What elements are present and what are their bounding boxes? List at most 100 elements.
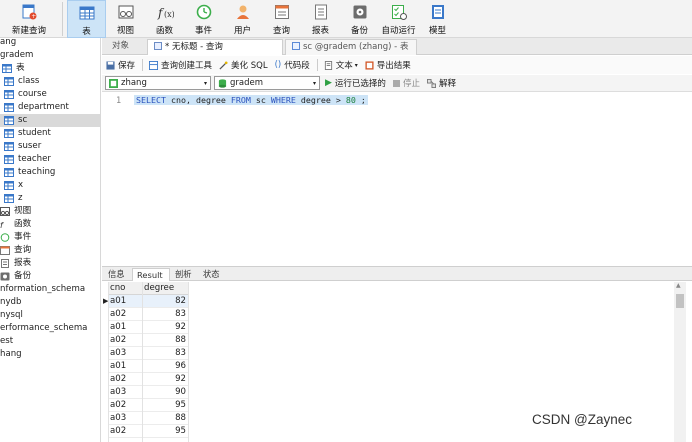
tree-label: 备份 xyxy=(14,271,32,281)
document-icon xyxy=(324,60,332,70)
table-icon xyxy=(4,116,14,125)
query-tab-icon xyxy=(154,42,162,50)
result-tab-2[interactable]: 剖析 xyxy=(171,268,197,281)
tree-database[interactable]: hang xyxy=(0,348,22,361)
tree-table-sc[interactable]: sc xyxy=(0,114,100,127)
export-icon xyxy=(365,60,374,70)
tree-group-backup[interactable]: 备份 xyxy=(0,270,31,283)
sql-editor[interactable]: 1 SELECT cno, degree FROM sc WHERE degre… xyxy=(102,93,692,265)
stop-button[interactable]: 停止 xyxy=(392,77,420,89)
event-icon xyxy=(195,3,213,21)
database-value: gradem xyxy=(230,78,264,88)
function-icon: f xyxy=(0,220,10,230)
tab-sc-table[interactable]: sc @gradem (zhang) - 表 xyxy=(285,39,417,55)
tree-database[interactable]: nysql xyxy=(0,309,23,322)
beautify-sql-button[interactable]: 美化 SQL xyxy=(219,59,268,71)
model-icon xyxy=(429,3,447,21)
tree-label: z xyxy=(18,193,23,203)
toolbar-function-button[interactable]: f (x) 函数 xyxy=(145,0,184,38)
toolbar-label: 自动运行 xyxy=(381,26,416,36)
tree-table-x[interactable]: x xyxy=(4,179,23,192)
toolbar-new-query-button[interactable]: + 新建查询 xyxy=(0,0,58,38)
tree-table-z[interactable]: z xyxy=(4,192,23,205)
scroll-up-icon[interactable]: ▲ xyxy=(676,282,681,289)
tree-label: hang xyxy=(0,349,22,359)
tree-group-report[interactable]: 报表 xyxy=(0,257,31,270)
new-query-icon: + xyxy=(20,3,38,21)
explain-button[interactable]: 解释 xyxy=(426,77,456,89)
user-icon xyxy=(234,3,252,21)
tree-database[interactable]: nydb xyxy=(0,296,21,309)
query-icon xyxy=(0,246,10,255)
toolbar-query-button[interactable]: 查询 xyxy=(262,0,301,38)
sql-text[interactable]: SELECT cno, degree FROM sc WHERE degree … xyxy=(134,95,368,105)
svg-text:(x): (x) xyxy=(164,10,174,19)
toolbar-user-button[interactable]: 用户 xyxy=(223,0,262,38)
explain-icon xyxy=(426,78,436,88)
vertical-scrollbar[interactable]: ▲ xyxy=(674,282,686,442)
code-snippet-button[interactable]: () 代码段 xyxy=(275,59,310,71)
tree-database[interactable]: erformance_schema xyxy=(0,322,87,335)
toolbar-table-button[interactable]: 表 xyxy=(67,0,106,38)
sql-keyword: SELECT xyxy=(136,95,166,105)
tree-database[interactable]: est xyxy=(0,335,13,348)
tree-database-gradem[interactable]: gradem xyxy=(0,49,33,62)
tree-tables-folder[interactable]: 表 xyxy=(2,62,25,75)
save-button[interactable]: 保存 xyxy=(106,59,135,71)
toolbar-report-button[interactable]: 报表 xyxy=(301,0,340,38)
tree-table-suser[interactable]: suser xyxy=(4,140,41,153)
tree-group-view[interactable]: 视图 xyxy=(0,205,31,218)
column-header-degree[interactable]: degree xyxy=(144,282,174,295)
tree-label: suser xyxy=(18,141,42,151)
tree-table-student[interactable]: student xyxy=(4,127,51,140)
table-icon xyxy=(4,155,14,164)
tree-table-course[interactable]: course xyxy=(4,88,47,101)
toolbar-label: 查询 xyxy=(272,26,290,36)
code-snippet-icon: () xyxy=(274,60,282,70)
toolbar-view-button[interactable]: 视图 xyxy=(106,0,145,38)
text-mode-button[interactable]: 文本 ▾ xyxy=(324,59,358,71)
tree-table-class[interactable]: class xyxy=(4,75,39,88)
view-icon xyxy=(0,207,10,216)
tree-database[interactable]: nformation_schema xyxy=(0,283,85,296)
tree-table-teaching[interactable]: teaching xyxy=(4,166,55,179)
tree-table-teacher[interactable]: teacher xyxy=(4,153,51,166)
result-tab-0[interactable]: 信息 xyxy=(104,268,130,281)
query-builder-label: 查询创建工具 xyxy=(161,61,213,71)
tab-objects[interactable]: 对象 xyxy=(106,39,146,55)
table-icon xyxy=(4,103,14,112)
tree-connection[interactable]: ang xyxy=(0,38,16,49)
tree-group-function[interactable]: f 函数 xyxy=(0,218,31,231)
toolbar-auto-run-button[interactable]: 自动运行 xyxy=(379,0,418,38)
table-icon xyxy=(78,4,96,22)
result-tab-1[interactable]: Result 1 xyxy=(132,268,170,292)
toolbar-label: 函数 xyxy=(155,26,173,36)
export-result-button[interactable]: 导出结果 xyxy=(365,59,411,71)
column-header-cno[interactable]: cno xyxy=(110,282,125,295)
result-tab-3[interactable]: 状态 xyxy=(199,268,225,281)
tree-group-event[interactable]: 事件 xyxy=(0,231,31,244)
tree-group-query[interactable]: 查询 xyxy=(0,244,31,257)
save-label: 保存 xyxy=(118,61,136,71)
play-icon: ▶ xyxy=(325,78,332,88)
tab-untitled-query[interactable]: * 无标题 - 查询 xyxy=(147,39,283,55)
tree-table-department[interactable]: department xyxy=(4,101,69,114)
connection-select[interactable]: zhang ▾ xyxy=(105,76,211,90)
toolbar-label: 事件 xyxy=(194,26,212,36)
event-icon xyxy=(0,233,10,242)
connection-icon xyxy=(109,78,118,88)
report-icon xyxy=(0,259,10,268)
table-icon xyxy=(4,194,14,203)
grid-column-divider xyxy=(108,282,109,442)
run-selected-button[interactable]: ▶ 运行已选择的 xyxy=(325,77,386,89)
toolbar-event-button[interactable]: 事件 xyxy=(184,0,223,38)
toolbar-model-button[interactable]: 模型 xyxy=(418,0,457,38)
toolbar-backup-button[interactable]: 备份 xyxy=(340,0,379,38)
query-builder-button[interactable]: 查询创建工具 xyxy=(149,59,212,71)
toolbar-label: 用户 xyxy=(233,26,251,36)
scrollbar-thumb[interactable] xyxy=(676,294,684,308)
table-folder-icon xyxy=(2,64,12,73)
table-icon xyxy=(4,142,14,151)
database-select[interactable]: gradem ▾ xyxy=(214,76,320,90)
tab-label: * 无标题 - 查询 xyxy=(165,42,223,52)
